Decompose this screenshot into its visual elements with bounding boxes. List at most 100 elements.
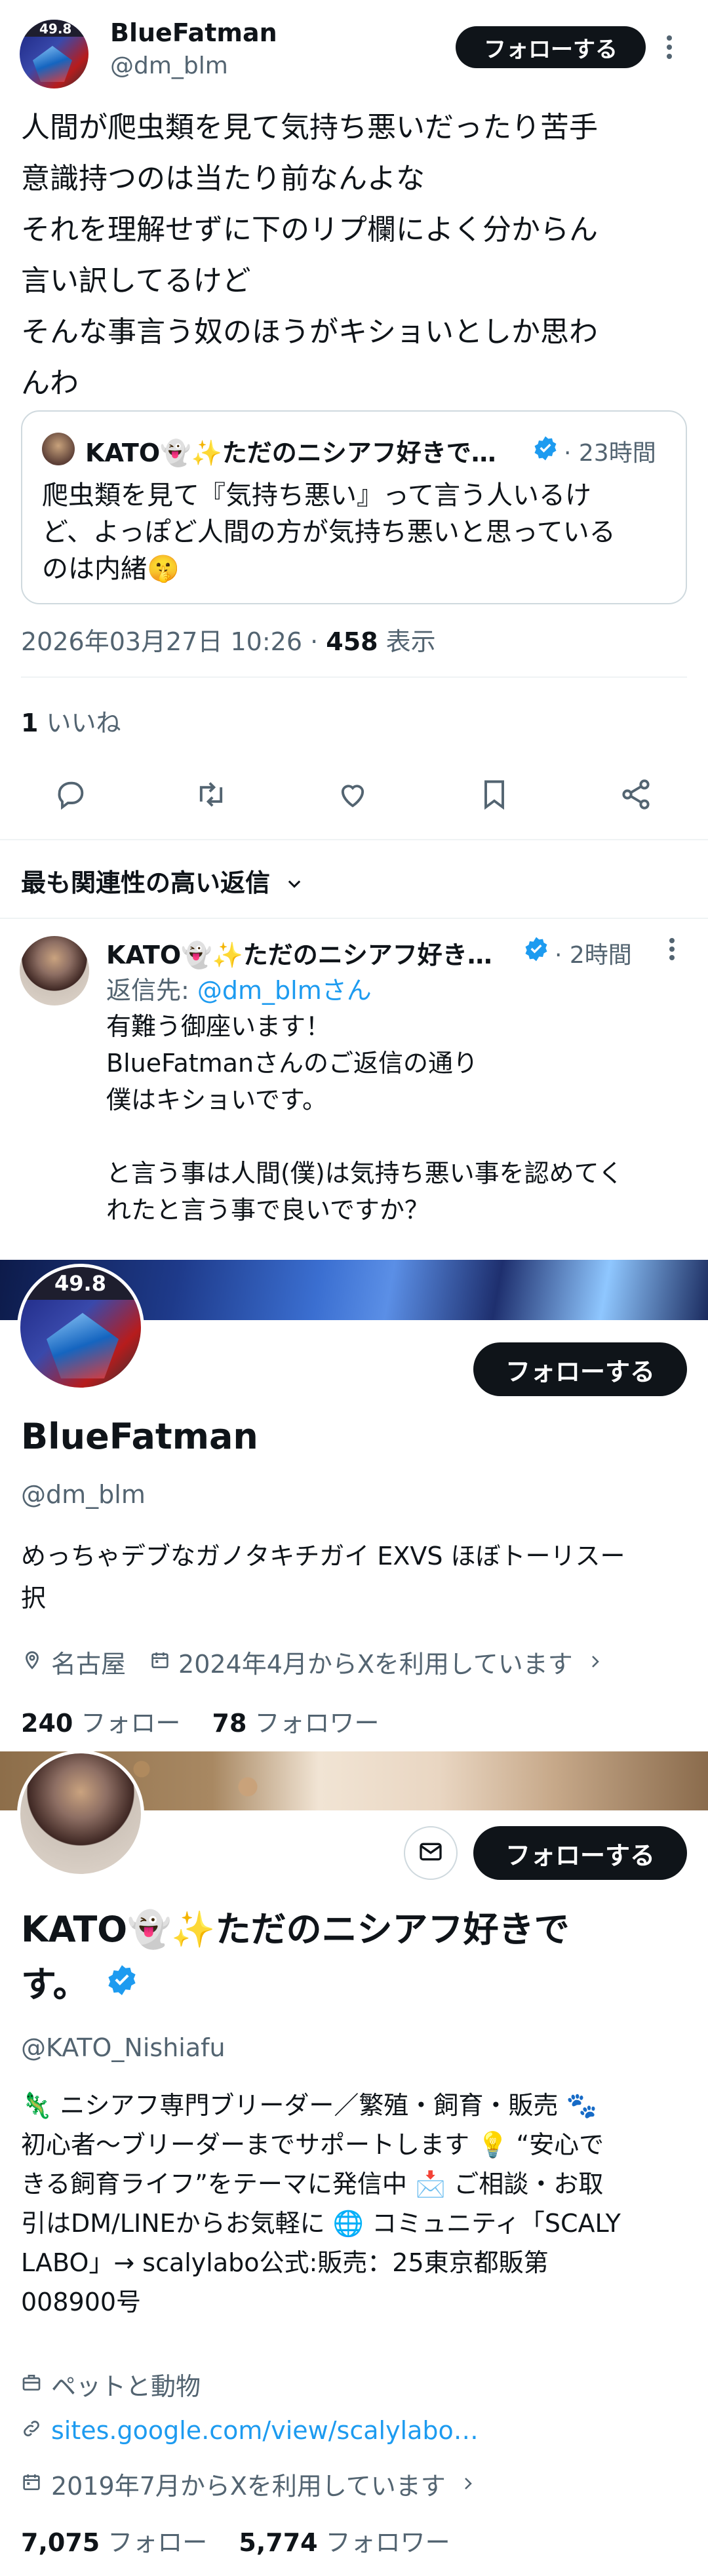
reply-to-handle[interactable]: @dm_blmさん — [197, 976, 372, 1005]
avatar-badge: 49.8 — [39, 21, 72, 37]
reply-author-avatar[interactable] — [20, 936, 89, 1005]
like-icon[interactable] — [336, 777, 370, 814]
tweet-meta: 2026年03月27日 10:26 · 458 表示 — [21, 621, 436, 657]
profile-name-text: す。 — [21, 1964, 88, 2005]
profile-meta: 名古屋 2024年4月からXを利用しています — [21, 1644, 603, 1680]
mail-icon — [418, 1839, 444, 1867]
likes-label: いいね — [38, 709, 121, 737]
chevron-right-icon[interactable] — [587, 1648, 603, 1677]
profile-name: KATO👻✨ただのニシアフ好きで す。 — [21, 1902, 570, 2012]
quote-author-name: KATO👻✨ただのニシアフ好きで… — [85, 439, 496, 467]
following-count: 7,075 — [21, 2528, 100, 2557]
quote-time: · 23時間 — [564, 440, 656, 467]
more-options-icon[interactable] — [666, 34, 673, 60]
calendar-icon — [21, 2470, 42, 2499]
follow-button[interactable]: フォローする — [473, 1826, 687, 1880]
profile-category: ペットと動物 — [51, 2372, 201, 2401]
tweet-text-line: んわ — [21, 366, 79, 400]
calendar-icon — [149, 1648, 170, 1677]
reply-time: · 2時間 — [555, 942, 632, 969]
author-name[interactable]: BlueFatman — [110, 18, 277, 47]
followers-label: フォロワー — [317, 2528, 450, 2557]
bio-line: 引はDM/LINEからお気軽に 🌐 コミュニティ「SCALY — [21, 2209, 621, 2238]
follow-button[interactable]: フォローする — [473, 1342, 687, 1396]
following-count: 240 — [21, 1709, 73, 1738]
reply-text-line: 有難う御座います！ — [106, 1012, 331, 1041]
quoted-tweet[interactable]: KATO👻✨ただのニシアフ好きで… · 23時間 爬虫類を見て『気持ち悪い』って… — [21, 410, 687, 604]
likes-stat[interactable]: 1 いいね — [21, 703, 121, 739]
sort-label: 最も関連性の高い返信 — [21, 868, 271, 897]
quote-text: 爬虫類を見て『気持ち悪い』って言う人いるけ ど、よっぽど人間の方が気持ち悪いと思… — [42, 477, 616, 587]
verified-badge-icon — [532, 435, 559, 464]
reply-icon[interactable] — [54, 777, 88, 814]
author-avatar[interactable]: 49.8 — [20, 20, 88, 88]
profile-joined: 2019年7月からXを利用しています — [51, 2472, 446, 2501]
bio-line: めっちゃデブなガノタキチガイ EXVS ほぼトーリスー — [21, 1542, 625, 1571]
profile-name: BlueFatman — [21, 1416, 258, 1457]
author-handle[interactable]: @dm_blm — [110, 52, 228, 79]
tweet-text-line: それを理解せずに下のリプ欄によく分からん — [21, 213, 598, 246]
tweet-text: 人間が爬虫類を見て気持ち悪いだったり苦手 意識持つのは当たり前なんよな それを理… — [21, 102, 598, 409]
tweet-text-line: 意識持つのは当たり前なんよな — [21, 162, 425, 195]
chevron-right-icon[interactable] — [460, 2470, 476, 2499]
followers-stat[interactable]: 78 フォロワー — [212, 1709, 380, 1738]
reply-text-line: 僕はキショいです。 — [106, 1085, 328, 1114]
profile-name-line: KATO👻✨ただのニシアフ好きで — [21, 1909, 570, 1950]
quote-text-line: 爬虫類を見て『気持ち悪い』って言う人いるけ — [42, 480, 591, 511]
reply-text-line — [106, 1118, 623, 1155]
profile-handle: @dm_blm — [21, 1480, 146, 1509]
bio-line: 初心者〜ブリーダーまでサポートします 💡 “安心で — [21, 2130, 604, 2159]
bio-line: 008900号 — [21, 2288, 142, 2316]
bio-line: LABO」→ scalylabo公式:販売：25東京都販第 — [21, 2248, 549, 2277]
profile-handle: @KATO_Nishiafu — [21, 2033, 226, 2062]
quote-author-avatar — [42, 433, 75, 465]
profile-joined-row: 2019年7月からXを利用しています — [21, 2466, 476, 2502]
verified-badge-icon — [106, 1957, 138, 2012]
followers-stat[interactable]: 5,774 フォロワー — [239, 2528, 450, 2557]
verified-badge-icon — [523, 936, 549, 965]
reply-text: 有難う御座います！ BlueFatmanさんのご返信の通り 僕はキショいです。 … — [106, 1008, 623, 1228]
bio-line: きる飼育ライフ”をテーマに発信中 📩 ご相談・お取 — [21, 2170, 604, 2198]
reply-author-name[interactable]: KATO👻✨ただのニシアフ好き… — [106, 935, 492, 971]
bio-line: 択 — [21, 1584, 47, 1612]
bio-line: 🦎 ニシアフ専門ブリーダー／繁殖・飼育・販売 🐾 — [21, 2091, 597, 2120]
profile-avatar[interactable]: 49.8 — [17, 1264, 144, 1391]
briefcase-icon — [21, 2370, 42, 2399]
reply-text-line: と言う事は人間(僕)は気持ち悪い事を認めてく — [106, 1159, 623, 1188]
views-label: 表示 — [378, 627, 436, 656]
location-icon — [21, 1648, 43, 1677]
following-label: フォロー — [100, 2528, 208, 2557]
profile-bio: 🦎 ニシアフ専門ブリーダー／繁殖・飼育・販売 🐾 初心者〜ブリーダーまでサポート… — [21, 2086, 621, 2322]
following-stat[interactable]: 7,075 フォロー — [21, 2528, 207, 2557]
reply-to: 返信先: @dm_blmさん — [106, 970, 372, 1006]
tweet-timestamp[interactable]: 2026年03月27日 10:26 · — [21, 627, 326, 656]
reply-text-line: BlueFatmanさんのご返信の通り — [106, 1049, 479, 1078]
reply-to-prefix: 返信先: — [106, 976, 197, 1005]
following-stat[interactable]: 240 フォロー — [21, 1709, 180, 1738]
reply-text-line: れたと言う事で良いですか？ — [106, 1196, 429, 1224]
profile-avatar[interactable] — [17, 1750, 144, 1877]
tweet-text-line: 人間が爬虫類を見て気持ち悪いだったり苦手 — [21, 111, 598, 144]
repost-icon[interactable] — [194, 777, 228, 814]
bookmark-icon[interactable] — [477, 777, 511, 814]
link-icon — [21, 2416, 42, 2445]
share-icon[interactable] — [619, 777, 653, 814]
chevron-down-icon — [285, 870, 304, 899]
profile-name-line: す。 — [21, 1957, 570, 2012]
tweet-text-line: そんな事言う奴のほうがキショいとしか思わ — [21, 315, 598, 349]
profile-location: 名古屋 — [51, 1650, 127, 1679]
more-options-icon[interactable] — [669, 937, 675, 964]
profile-website[interactable]: sites.google.com/view/scalylabo… — [51, 2416, 479, 2445]
quote-text-line: ど、よっぽど人間の方が気持ち悪いと思っている — [42, 517, 616, 547]
message-button[interactable] — [404, 1826, 458, 1880]
profile-website-row[interactable]: sites.google.com/view/scalylabo… — [21, 2416, 479, 2445]
follow-button[interactable]: フォローする — [456, 26, 646, 68]
followers-count: 5,774 — [239, 2528, 318, 2557]
profile-stats: 240 フォロー 78 フォロワー — [21, 1703, 380, 1739]
sort-replies-dropdown[interactable]: 最も関連性の高い返信 — [21, 863, 304, 899]
profile-category-row: ペットと動物 — [21, 2366, 201, 2402]
profile-bio: めっちゃデブなガノタキチガイ EXVS ほぼトーリスー 択 — [21, 1535, 625, 1619]
tweet-text-line: 言い訳してるけど — [21, 264, 251, 298]
views-count: 458 — [326, 627, 378, 656]
likes-count: 1 — [21, 709, 39, 737]
